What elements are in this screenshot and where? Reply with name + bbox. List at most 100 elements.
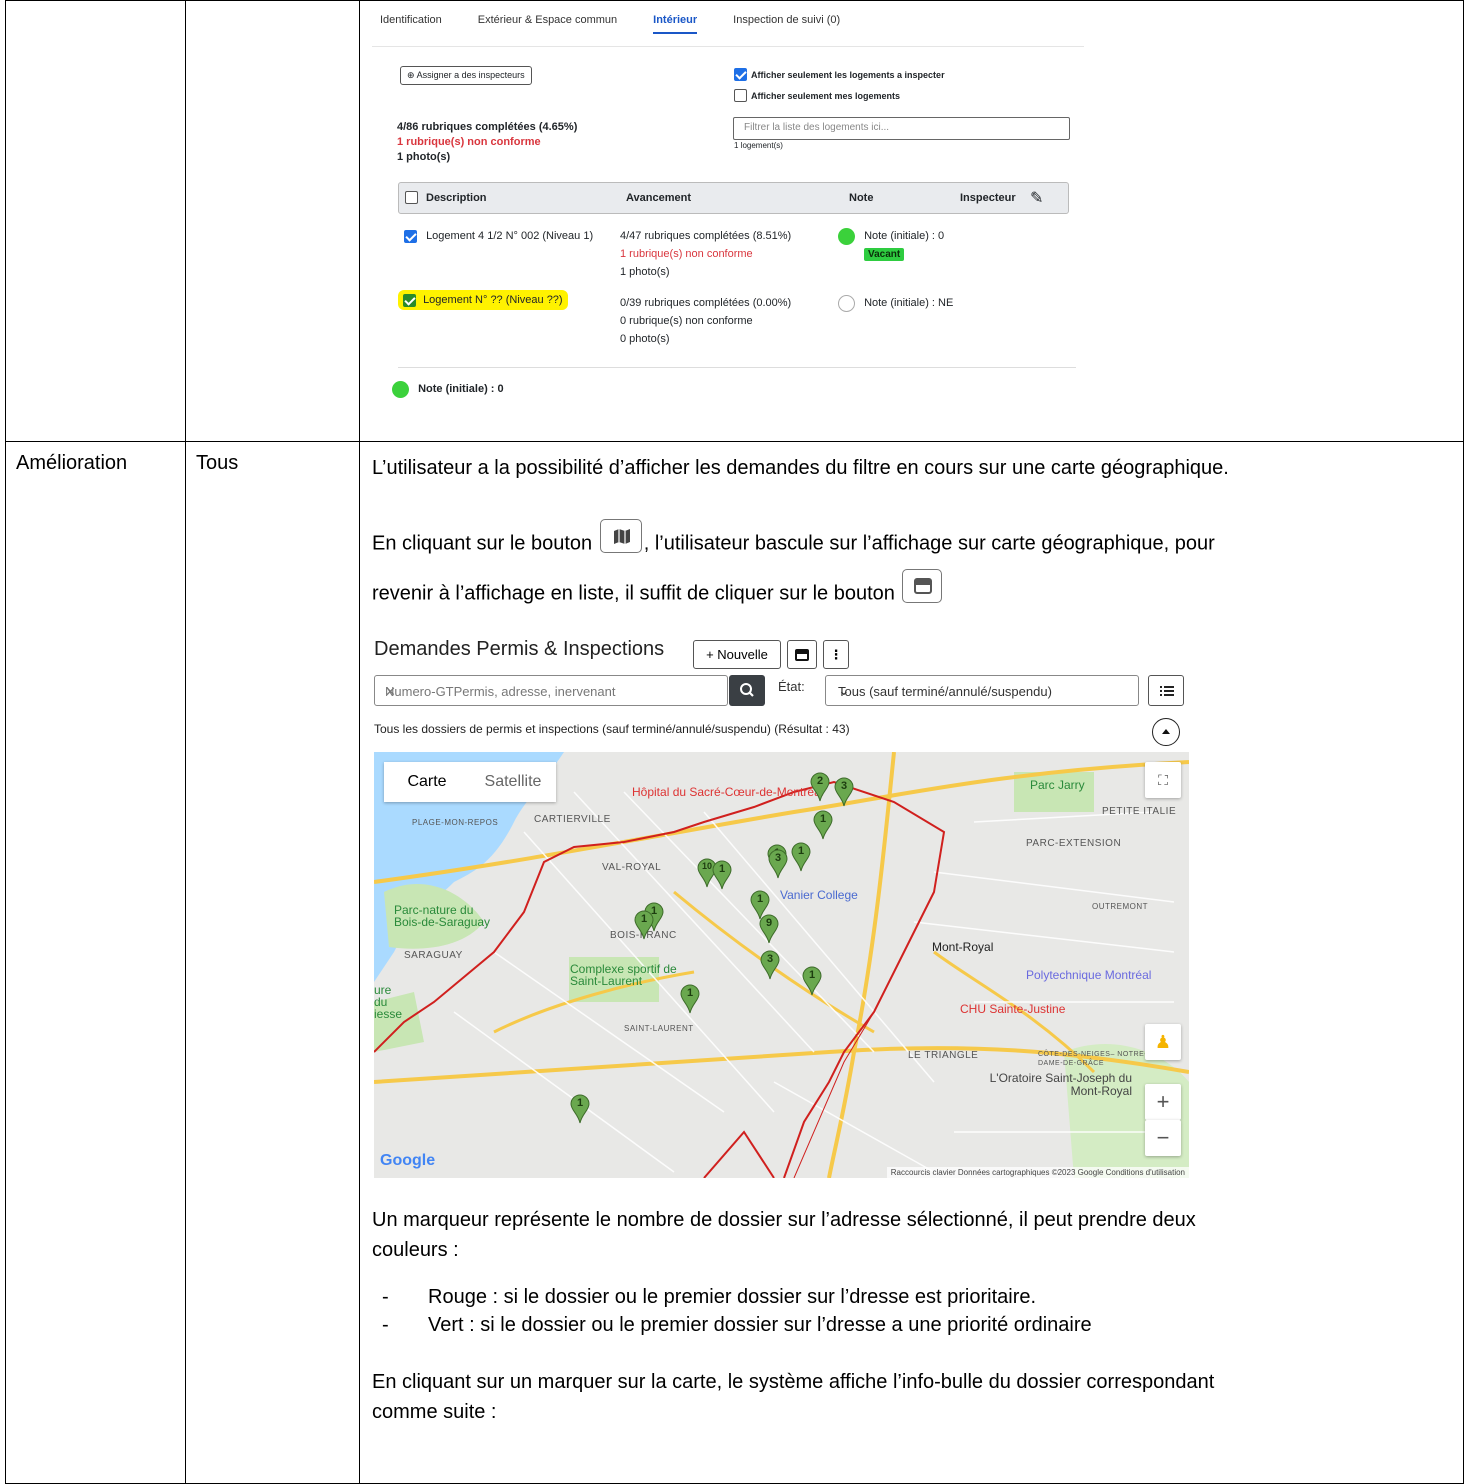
- row-description[interactable]: Logement 4 1/2 N° 002 (Niveau 1): [426, 230, 593, 242]
- new-request-button[interactable]: + Nouvelle: [693, 640, 781, 669]
- list-item: - Vert : si le dossier ou le premier doss…: [382, 1314, 1092, 1337]
- row-nonconform: 0 rubrique(s) non conforme: [620, 315, 753, 327]
- map-tab-satellite[interactable]: Satellite: [470, 762, 556, 802]
- more-options-button[interactable]: ⋮: [823, 640, 849, 669]
- select-all-checkbox[interactable]: [405, 191, 418, 204]
- map-marker[interactable]: 1: [802, 966, 822, 996]
- stats-photos: 1 photo(s): [397, 151, 451, 163]
- map-marker[interactable]: 2: [810, 772, 830, 802]
- row-note: Note (initiale) : NE: [838, 294, 953, 312]
- map-marker[interactable]: 1: [570, 1094, 590, 1124]
- list-view-button[interactable]: [902, 569, 943, 603]
- only-mine-checkbox-row[interactable]: Afficher seulement mes logements: [734, 89, 900, 102]
- area-label: SARAGUAY: [404, 950, 463, 961]
- city-label: Mont-Royal: [932, 940, 994, 954]
- col-inspecteur: Inspecteur: [960, 192, 1016, 204]
- map-canvas: [374, 752, 1189, 1178]
- list-view-toggle-button[interactable]: [787, 640, 817, 669]
- zoom-in-button[interactable]: +: [1145, 1084, 1181, 1120]
- zoom-out-button[interactable]: −: [1145, 1120, 1181, 1156]
- table-row: Logement 4 1/2 N° 002 (Niveau 1): [404, 227, 593, 245]
- map-screenshot: Demandes Permis & Inspections + Nouvelle…: [372, 630, 1192, 1178]
- paragraph-intro: L’utilisateur a la possibilité d’affiche…: [372, 457, 1229, 479]
- arrow-circle-icon: ⊕: [407, 70, 415, 80]
- row-note: Note (initiale) : 0 Vacant: [838, 227, 944, 264]
- close-icon[interactable]: ✕: [385, 684, 719, 700]
- inspection-screenshot: Identification Extérieur & Espace commun…: [372, 0, 1092, 430]
- tab-inspection-suivi[interactable]: Inspection de suivi (0): [733, 14, 840, 34]
- row-photos: 1 photo(s): [620, 266, 670, 278]
- etat-select[interactable]: Tous (sauf terminé/annulé/suspendu) ⌄: [825, 675, 1139, 706]
- map-icon: [613, 529, 630, 544]
- google-logo: Google: [380, 1152, 436, 1169]
- bullet-dash: -: [382, 1314, 389, 1336]
- search-button[interactable]: [729, 675, 765, 706]
- row-nonconform: 1 rubrique(s) non conforme: [620, 248, 753, 260]
- search-input[interactable]: Numero-GTPermis, adresse, inervenant ✕: [374, 675, 728, 706]
- map-marker[interactable]: 3: [760, 950, 780, 980]
- status-dot-green: [838, 227, 855, 245]
- poi-label: L'Oratoire Saint-Joseph du Mont-Royal: [989, 1071, 1132, 1098]
- edit-icon[interactable]: ✎: [1030, 188, 1043, 208]
- area-label: CÔTE-DES-NEIGES– NOTRE-DAME-DE-GRÂCE: [1038, 1051, 1148, 1067]
- table-header: Description Avancement Note Inspecteur ✎: [398, 182, 1069, 214]
- filter-input[interactable]: Filtrer la liste des logements ici...: [733, 117, 1070, 140]
- paragraph-marker: Un marqueur représente le nombre de doss…: [372, 1209, 1196, 1231]
- only-mine-checkbox[interactable]: [734, 89, 747, 102]
- park-label: Complexe sportif de Saint-Laurent: [570, 962, 677, 988]
- table-cell-type: [5, 0, 186, 442]
- map-attribution[interactable]: Raccourcis clavier Données cartographiqu…: [886, 1167, 1189, 1178]
- area-label: OUTREMONT: [1092, 902, 1149, 911]
- bullet-text: Vert : si le dossier ou le premier dossi…: [428, 1314, 1092, 1336]
- row-checkbox[interactable]: [403, 293, 416, 307]
- marker-count: 1: [576, 1097, 584, 1109]
- map-tab-carte[interactable]: Carte: [384, 762, 470, 802]
- map-view-button[interactable]: [599, 519, 642, 553]
- park-label: Parc-nature du Bois-de-Saraguay: [394, 903, 491, 929]
- map-marker[interactable]: 9: [759, 914, 779, 944]
- paragraph-click: En cliquant sur un marquer sur la carte,…: [372, 1371, 1215, 1393]
- area-label: CARTIERVILLE: [534, 814, 611, 825]
- minus-icon: −: [1156, 1125, 1170, 1150]
- columns-button[interactable]: [1148, 675, 1184, 706]
- stats-nonconform: 1 rubrique(s) non conforme: [397, 136, 541, 148]
- poi-label: Polytechnique Montréal: [1026, 968, 1152, 982]
- tab-interieur[interactable]: Intérieur: [653, 14, 698, 34]
- fullscreen-button[interactable]: ⛶: [1145, 762, 1181, 798]
- row-progress-text: 0/39 rubriques complétées (0.00%): [620, 297, 792, 309]
- map-marker[interactable]: 1: [680, 984, 700, 1014]
- only-to-inspect-checkbox[interactable]: [734, 68, 747, 81]
- plus-icon: +: [1156, 1089, 1170, 1114]
- map-marker[interactable]: 1: [813, 810, 833, 840]
- map-marker[interactable]: 1: [791, 842, 811, 872]
- street-view-button[interactable]: ♟: [1145, 1024, 1181, 1060]
- col-note: Note: [849, 192, 874, 204]
- park-label: Parc Jarry: [1030, 778, 1085, 792]
- row-note-text: Note (initiale) : 0: [864, 230, 945, 242]
- footer-note: Note (initiale) : 0: [392, 380, 504, 398]
- map-marker[interactable]: 3: [834, 777, 854, 807]
- tab-identification[interactable]: Identification: [380, 14, 442, 34]
- tab-exterieur[interactable]: Extérieur & Espace commun: [478, 14, 617, 34]
- map-type-switch: Carte Satellite: [384, 762, 556, 802]
- table-row: Logement N° ?? (Niveau ??): [398, 290, 568, 310]
- collapse-button[interactable]: [1152, 718, 1180, 746]
- paragraph-toggle-2: revenir à l’affichage en liste, il suffi…: [372, 569, 943, 611]
- map-marker[interactable]: 1: [634, 910, 654, 940]
- row-description[interactable]: Logement N° ?? (Niveau ??): [423, 294, 563, 306]
- paragraph-text: , l’utilisateur bascule sur l’affichage …: [643, 532, 1215, 555]
- map-marker[interactable]: 3: [768, 849, 788, 879]
- row-checkbox[interactable]: [404, 229, 417, 243]
- paragraph-text: revenir à l’affichage en liste, il suffi…: [372, 582, 895, 605]
- map-marker[interactable]: 1: [712, 860, 732, 890]
- assign-inspectors-button[interactable]: ⊕ Assigner a des inspecteurs: [400, 66, 532, 85]
- chevron-down-icon: ⌄: [838, 682, 850, 698]
- only-to-inspect-label: Afficher seulement les logements a inspe…: [751, 69, 945, 80]
- row-progress: 4/47 rubriques complétées (8.51%) 1 rubr…: [620, 227, 791, 281]
- map-view[interactable]: Hôpital du Sacré-Cœur-de-Montréal CARTIE…: [374, 752, 1189, 1178]
- marker-count: 1: [686, 987, 694, 999]
- search-icon: [740, 683, 754, 697]
- kebab-icon: ⋮: [829, 646, 843, 662]
- only-to-inspect-checkbox-row[interactable]: Afficher seulement les logements a inspe…: [734, 68, 945, 81]
- divider: [398, 367, 1076, 368]
